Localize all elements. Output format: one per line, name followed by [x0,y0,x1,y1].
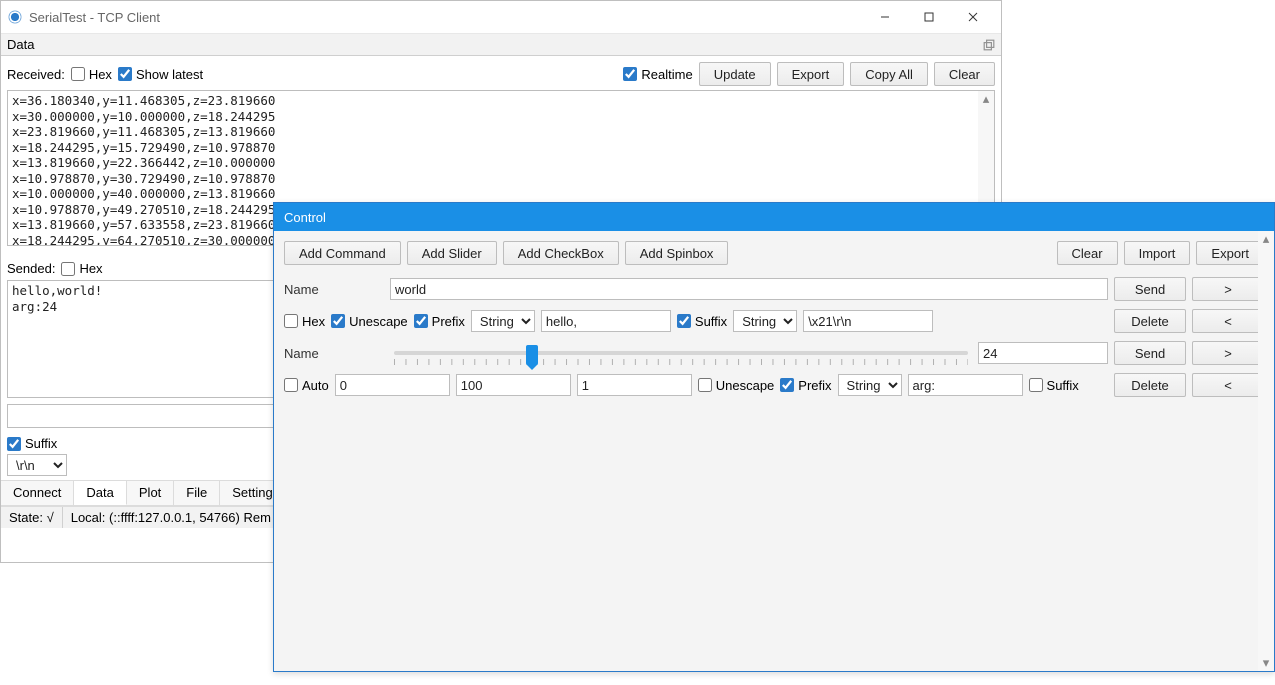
received-hex-input[interactable] [71,67,85,81]
update-button[interactable]: Update [699,62,771,86]
slider-suffix-checkbox[interactable]: Suffix [1029,378,1079,393]
command-unescape-checkbox[interactable]: Unescape [331,314,408,329]
sended-label: Sended: [7,261,55,276]
slider-prefix-type-select[interactable]: String [838,374,902,396]
command-send-button[interactable]: Send [1114,277,1186,301]
command-prefix-checkbox[interactable]: Prefix [414,314,465,329]
show-latest-checkbox[interactable]: Show latest [118,67,203,82]
control-toolbar: Add Command Add Slider Add CheckBox Add … [284,241,1264,265]
slider-delete-button[interactable]: Delete [1114,373,1186,397]
add-checkbox-button[interactable]: Add CheckBox [503,241,619,265]
undock-icon[interactable] [983,39,995,51]
add-command-button[interactable]: Add Command [284,241,401,265]
slider-prefix-value-input[interactable] [908,374,1023,396]
command-name-label: Name [284,282,384,297]
command-prefix-type-select[interactable]: String [471,310,535,332]
control-window: Control Add Command Add Slider Add Check… [273,202,1275,672]
control-title: Control [284,210,326,225]
control-scrollbar[interactable]: ▴ ▾ [1258,231,1274,671]
command-delete-button[interactable]: Delete [1114,309,1186,333]
status-local: Local: (::ffff:127.0.0.1, 54766) Rem [63,507,279,528]
slider-name-label: Name [284,346,384,361]
command-hex-checkbox[interactable]: Hex [284,314,325,329]
suffix-input[interactable] [7,437,21,451]
slider-ticks [394,359,968,365]
command-expand-button[interactable]: > [1192,277,1264,301]
slider-max-input[interactable] [456,374,571,396]
status-state: State: √ [1,507,63,528]
suffix-checkbox[interactable]: Suffix [7,436,57,451]
command-name-input[interactable] [390,278,1108,300]
command-row-props: Hex Unescape Prefix String Suffix String… [284,309,1264,333]
minimize-button[interactable] [863,3,907,31]
slider-auto-checkbox[interactable]: Auto [284,378,329,393]
control-titlebar[interactable]: Control [274,203,1274,231]
slider-row: Name Send > [284,341,1264,365]
scroll-down-icon[interactable]: ▾ [1258,655,1274,671]
realtime-checkbox[interactable]: Realtime [623,67,692,82]
received-hex-checkbox[interactable]: Hex [71,67,112,82]
command-collapse-button[interactable]: < [1192,309,1264,333]
tab-plot[interactable]: Plot [127,481,174,505]
scroll-up-icon[interactable]: ▴ [978,91,994,107]
sended-hex-input[interactable] [61,262,75,276]
command-suffix-value-input[interactable] [803,310,933,332]
tab-data[interactable]: Data [74,481,126,505]
received-toolbar: Received: Hex Show latest Realtime Updat… [1,56,1001,90]
window-title: SerialTest - TCP Client [29,10,160,25]
slider-prefix-checkbox[interactable]: Prefix [780,378,831,393]
slider-expand-button[interactable]: > [1192,341,1264,365]
slider-unescape-checkbox[interactable]: Unescape [698,378,775,393]
slider-step-input[interactable] [577,374,692,396]
command-prefix-value-input[interactable] [541,310,671,332]
control-export-button[interactable]: Export [1196,241,1264,265]
scroll-up-icon[interactable]: ▴ [1258,231,1274,247]
slider-row-props: Auto Unescape Prefix String Suffix Delet… [284,373,1264,397]
copy-all-button[interactable]: Copy All [850,62,928,86]
add-slider-button[interactable]: Add Slider [407,241,497,265]
clear-button[interactable]: Clear [934,62,995,86]
realtime-input[interactable] [623,67,637,81]
command-suffix-checkbox[interactable]: Suffix [677,314,727,329]
command-row: Name Send > [284,277,1264,301]
titlebar: SerialTest - TCP Client [1,1,1001,34]
data-section-header: Data [1,34,1001,56]
slider-value-input[interactable] [978,342,1108,364]
tab-file[interactable]: File [174,481,220,505]
section-title: Data [7,37,34,52]
close-button[interactable] [951,3,995,31]
sended-hex-checkbox[interactable]: Hex [61,261,102,276]
slider-send-button[interactable]: Send [1114,341,1186,365]
slider-thumb[interactable] [526,345,538,365]
control-import-button[interactable]: Import [1124,241,1191,265]
app-icon [7,9,23,25]
slider-min-input[interactable] [335,374,450,396]
add-spinbox-button[interactable]: Add Spinbox [625,241,729,265]
tab-connect[interactable]: Connect [1,481,74,505]
slider-track-wrap[interactable] [390,343,972,363]
export-button[interactable]: Export [777,62,845,86]
show-latest-input[interactable] [118,67,132,81]
maximize-button[interactable] [907,3,951,31]
control-clear-button[interactable]: Clear [1057,241,1118,265]
suffix-select[interactable]: \r\n [7,454,67,476]
command-suffix-type-select[interactable]: String [733,310,797,332]
slider-collapse-button[interactable]: < [1192,373,1264,397]
received-label: Received: [7,67,65,82]
